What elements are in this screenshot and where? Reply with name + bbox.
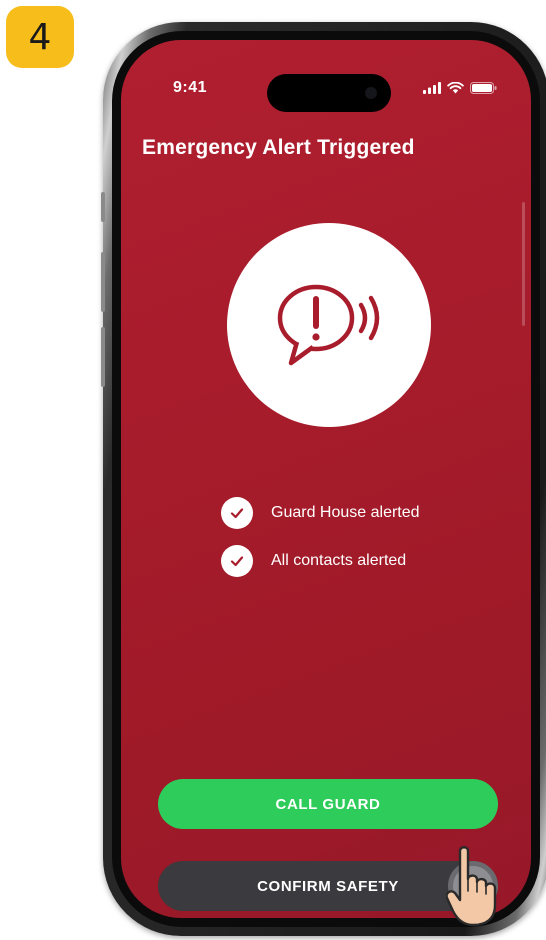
- step-number: 4: [28, 16, 52, 58]
- volume-down-button: [101, 327, 105, 387]
- canvas: 4 9:41 Emergency Alert Triggered Guard H…: [0, 0, 546, 940]
- phone-frame: 9:41 Emergency Alert Triggered Guard Hou…: [101, 22, 546, 936]
- volume-up-button: [101, 252, 105, 312]
- status-label: Guard House alerted: [271, 504, 420, 521]
- status-item-contacts: All contacts alerted: [221, 545, 420, 577]
- status-icons: [423, 82, 497, 94]
- status-label: All contacts alerted: [271, 552, 407, 569]
- dynamic-island: [267, 74, 391, 112]
- alert-status-list: Guard House alerted All contacts alerted: [221, 497, 420, 593]
- check-icon: [221, 545, 253, 577]
- call-guard-label: CALL GUARD: [275, 795, 381, 813]
- status-time: 9:41: [173, 79, 208, 96]
- camera-icon: [365, 87, 377, 99]
- confirm-safety-label: CONFIRM SAFETY: [257, 877, 399, 895]
- signal-icon: [423, 82, 441, 94]
- status-item-guard-house: Guard House alerted: [221, 497, 420, 529]
- call-guard-button[interactable]: CALL GUARD: [158, 779, 498, 829]
- scroll-indicator: [522, 202, 525, 326]
- wifi-icon: [447, 82, 464, 94]
- battery-icon: [470, 82, 497, 94]
- check-icon: [221, 497, 253, 529]
- step-badge: 4: [6, 6, 74, 68]
- alert-speech-bubble-icon: [277, 284, 380, 366]
- alert-badge: [227, 223, 431, 427]
- action-button: [101, 192, 105, 222]
- page-title: Emergency Alert Triggered: [142, 136, 415, 159]
- tap-hand-icon: [446, 846, 497, 927]
- app-screen: 9:41 Emergency Alert Triggered Guard Hou…: [121, 40, 531, 918]
